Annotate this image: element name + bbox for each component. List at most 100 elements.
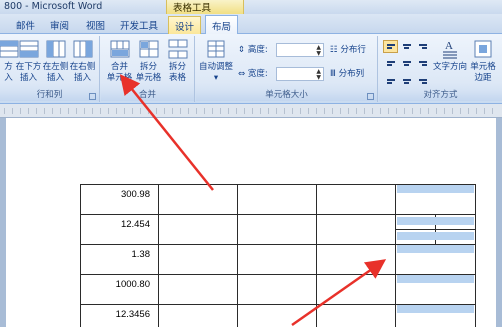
tab-mailings[interactable]: 邮件 xyxy=(16,18,35,32)
alignment-group-label: 对齐方式 xyxy=(379,90,502,101)
table-cell[interactable] xyxy=(158,304,238,327)
autofit-icon xyxy=(207,40,225,58)
align-bottom-right-button[interactable] xyxy=(415,72,430,85)
align-bottom-left-button[interactable] xyxy=(383,72,398,85)
table-cell[interactable] xyxy=(316,304,396,327)
split-table-icon xyxy=(168,39,187,59)
insert-right-icon xyxy=(73,40,92,58)
table-cell[interactable] xyxy=(237,244,317,275)
height-down-icon[interactable]: ▼ xyxy=(316,51,321,57)
horizontal-ruler[interactable] xyxy=(0,104,502,118)
table-cell[interactable] xyxy=(316,214,396,245)
align-top-right-button[interactable] xyxy=(415,40,430,53)
table-cell[interactable] xyxy=(237,274,317,305)
window-title: 800 - Microsoft Word xyxy=(4,1,103,12)
text-direction-icon: A xyxy=(443,40,457,59)
tab-developer[interactable]: 开发工具 xyxy=(120,18,158,32)
table-cell[interactable] xyxy=(237,304,317,327)
table-row: 12.454 xyxy=(80,214,476,245)
table-cell-value[interactable]: 12.3456 xyxy=(80,304,159,327)
svg-text:A: A xyxy=(445,40,453,52)
table-cell-value[interactable]: 1000.80 xyxy=(80,274,159,305)
distribute-rows-button[interactable]: ☷ 分布行 xyxy=(330,43,366,58)
text-direction-label: 文字方向 xyxy=(432,62,467,72)
rows-columns-launcher-icon[interactable] xyxy=(89,93,96,100)
selected-cell[interactable] xyxy=(395,274,476,305)
table-cell-value[interactable]: 300.98 xyxy=(80,184,159,215)
table-cell[interactable] xyxy=(158,184,238,215)
table-cell[interactable] xyxy=(316,274,396,305)
rows-columns-group-label: 行和列 xyxy=(0,90,99,101)
insert-left-icon xyxy=(46,40,65,58)
split-table-button[interactable]: 拆分 表格 xyxy=(161,38,194,88)
tab-review[interactable]: 审阅 xyxy=(50,18,69,32)
table-row: 1000.80 xyxy=(80,274,476,305)
cell-margins-button[interactable]: 单元格 边距 xyxy=(465,38,501,88)
merge-group-label: 合并 xyxy=(101,90,194,101)
tab-view[interactable]: 视图 xyxy=(86,18,105,32)
table-cell[interactable] xyxy=(237,214,317,245)
autofit-label: 自动调整 xyxy=(198,62,233,72)
split-cells-icon xyxy=(139,40,158,58)
cell-margins-icon xyxy=(474,40,492,58)
distribute-cols-button[interactable]: Ⅲ 分布列 xyxy=(330,67,364,82)
distribute-rows-icon: ☷ xyxy=(330,45,338,55)
document-area: 300.98 12.454 1.38 1000.80 12.3456 xyxy=(0,104,502,327)
table-cell[interactable] xyxy=(158,244,238,275)
cell-size-launcher-icon[interactable] xyxy=(367,93,374,100)
tab-design[interactable]: 设计 xyxy=(168,16,202,34)
table-tools-label: 表格工具 xyxy=(173,3,212,14)
height-input[interactable]: ▲ ▼ xyxy=(276,43,324,57)
table-row: 300.98 xyxy=(80,184,476,215)
insert-below-icon xyxy=(19,40,38,58)
rows-columns-group: 方 入 在下方 插入 在左侧 插入 在右侧 插入 行和列 xyxy=(0,36,100,102)
table-tools-header: 表格工具 xyxy=(166,0,244,14)
text-direction-button[interactable]: A 文字方向 xyxy=(432,38,468,88)
align-top-center-button[interactable] xyxy=(399,40,414,53)
width-down-icon[interactable]: ▼ xyxy=(316,75,321,81)
table-cell-value[interactable]: 1.38 xyxy=(80,244,159,275)
tab-layout[interactable]: 布局 xyxy=(205,15,239,35)
table-cell-value[interactable]: 12.454 xyxy=(80,214,159,245)
distribute-rows-label: 分布行 xyxy=(340,45,366,55)
cell-size-group-label: 单元格大小 xyxy=(196,90,377,101)
cell-margins-label-1: 单元格 xyxy=(470,62,496,72)
width-label-row: ⇔ 宽度: xyxy=(238,67,268,82)
insert-right-label-2: 插入 xyxy=(73,73,91,83)
distribute-cols-label: 分布列 xyxy=(338,69,365,79)
height-icon: ⇕ xyxy=(238,45,246,55)
align-middle-right-button[interactable] xyxy=(415,56,430,69)
width-input[interactable]: ▲ ▼ xyxy=(276,67,324,81)
document-table[interactable]: 300.98 12.454 1.38 1000.80 12.3456 xyxy=(80,184,476,327)
split-selected-cell[interactable] xyxy=(395,214,476,245)
width-label: 宽度: xyxy=(247,69,268,79)
align-middle-left-button[interactable] xyxy=(383,56,398,69)
cell-size-group: 自动调整 ▾ ⇕ 高度: ▲ ▼ ⇔ 宽度: ▲ ▼ ☷ 分布行 Ⅲ 分布列 单… xyxy=(196,36,378,102)
align-top-left-button[interactable] xyxy=(383,40,398,53)
table-row: 12.3456 xyxy=(80,304,476,327)
align-middle-center-button[interactable] xyxy=(399,56,414,69)
table-cell[interactable] xyxy=(237,184,317,215)
alignment-group: A 文字方向 单元格 边距 对齐方式 xyxy=(379,36,502,102)
selected-cell[interactable] xyxy=(395,184,476,215)
merge-group: 合并 单元格 拆分 单元格 拆分 表格 合并 xyxy=(101,36,195,102)
table-cell[interactable] xyxy=(316,184,396,215)
split-table-label-1: 拆分 xyxy=(168,62,186,72)
align-bottom-center-button[interactable] xyxy=(399,72,414,85)
table-row: 1.38 xyxy=(80,244,476,275)
insert-left-label-1: 在左侧 xyxy=(42,62,69,72)
merge-cells-icon xyxy=(110,40,129,58)
table-cell[interactable] xyxy=(316,244,396,275)
height-label-row: ⇕ 高度: xyxy=(238,43,268,58)
document-page[interactable]: 300.98 12.454 1.38 1000.80 12.3456 xyxy=(6,118,496,327)
table-cell[interactable] xyxy=(158,214,238,245)
insert-right-button[interactable]: 在右侧 插入 xyxy=(66,38,99,88)
selected-cell[interactable] xyxy=(395,244,476,275)
selected-cell[interactable] xyxy=(395,304,476,327)
table-cell[interactable] xyxy=(158,274,238,305)
ribbon: 方 入 在下方 插入 在左侧 插入 在右侧 插入 行和列 合并 单元格 拆分 单… xyxy=(0,34,502,104)
merge-cells-label-1: 合并 xyxy=(110,62,128,72)
autofit-button[interactable]: 自动调整 ▾ xyxy=(198,38,234,88)
split-table-label-2: 表格 xyxy=(168,73,186,83)
insert-right-label-1: 在右侧 xyxy=(69,62,96,72)
